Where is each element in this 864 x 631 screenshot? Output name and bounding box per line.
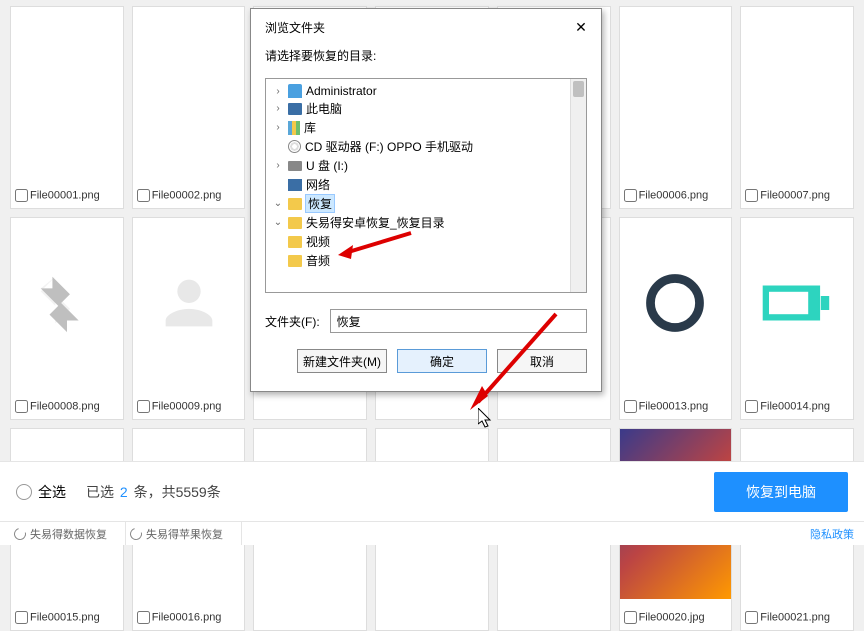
footer-bar: 失易得数据恢复 失易得苹果恢复 隐私政策 <box>0 521 864 545</box>
folder-label: 文件夹(F): <box>265 313 320 330</box>
folder-icon <box>288 236 302 248</box>
dialog-subtitle: 请选择要恢复的目录: <box>251 41 601 68</box>
tree-item[interactable]: 网络 <box>306 176 330 193</box>
file-card[interactable]: File00002.png <box>132 6 246 209</box>
network-icon <box>288 179 302 191</box>
file-name: File00014.png <box>760 400 830 412</box>
library-icon <box>288 121 300 135</box>
refresh-icon <box>128 525 144 541</box>
file-name: File00009.png <box>152 400 222 412</box>
file-card[interactable]: File00014.png <box>740 217 854 420</box>
dialog-title: 浏览文件夹 <box>265 19 325 36</box>
file-checkbox[interactable] <box>624 400 637 413</box>
file-checkbox[interactable] <box>745 400 758 413</box>
file-checkbox[interactable] <box>624 189 637 202</box>
file-name: File00002.png <box>152 189 222 201</box>
file-checkbox[interactable] <box>137 400 150 413</box>
cursor-icon <box>478 408 496 430</box>
tree-item[interactable]: CD 驱动器 (F:) OPPO 手机驱动 <box>305 138 473 155</box>
file-name: File00013.png <box>639 400 709 412</box>
file-card[interactable]: File00001.png <box>10 6 124 209</box>
folder-icon <box>288 198 302 210</box>
select-all[interactable]: 全选 <box>16 482 66 502</box>
pc-icon <box>288 103 302 115</box>
bottom-toolbar: 全选 已选 2 条，共5559条 恢复到电脑 <box>0 461 864 521</box>
tree-scrollbar[interactable] <box>570 79 586 292</box>
tree-item[interactable]: 此电脑 <box>306 100 342 117</box>
file-checkbox[interactable] <box>137 611 150 624</box>
annotation-arrow-icon <box>333 225 413 265</box>
file-card[interactable]: File00013.png <box>619 217 733 420</box>
file-name: File00016.png <box>152 611 222 623</box>
file-name: File00021.png <box>760 611 830 623</box>
file-name: File00008.png <box>30 400 100 412</box>
recover-button[interactable]: 恢复到电脑 <box>714 472 848 512</box>
folder-tree[interactable]: ›Administrator ›此电脑 ›库 CD 驱动器 (F:) OPPO … <box>265 78 587 293</box>
file-card[interactable]: File00008.png <box>10 217 124 420</box>
file-checkbox[interactable] <box>15 189 28 202</box>
file-card[interactable]: File00006.png <box>619 6 733 209</box>
tree-item[interactable]: 音频 <box>306 252 330 269</box>
file-checkbox[interactable] <box>745 611 758 624</box>
tree-item[interactable]: Administrator <box>306 84 377 98</box>
folder-icon <box>288 255 302 267</box>
file-card[interactable]: File00009.png <box>132 217 246 420</box>
file-name: File00020.jpg <box>639 611 705 623</box>
file-name: File00006.png <box>639 189 709 201</box>
annotation-arrow-icon <box>460 310 560 420</box>
close-icon[interactable]: ✕ <box>571 17 591 37</box>
new-folder-button[interactable]: 新建文件夹(M) <box>297 349 387 373</box>
file-name: File00007.png <box>760 189 830 201</box>
dialog-titlebar: 浏览文件夹 ✕ <box>251 9 601 41</box>
user-icon <box>288 84 302 98</box>
tree-item-selected[interactable]: 恢复 <box>306 195 334 212</box>
file-name: File00001.png <box>30 189 100 201</box>
folder-icon <box>288 217 302 229</box>
refresh-icon <box>12 525 28 541</box>
footer-link[interactable]: 失易得苹果恢复 <box>126 522 242 545</box>
tree-item[interactable]: U 盘 (I:) <box>306 157 348 174</box>
usb-icon <box>288 161 302 171</box>
file-checkbox[interactable] <box>745 189 758 202</box>
tree-item[interactable]: 库 <box>304 119 316 136</box>
radio-icon[interactable] <box>16 484 32 500</box>
tree-item[interactable]: 视频 <box>306 233 330 250</box>
file-card[interactable]: File00007.png <box>740 6 854 209</box>
file-checkbox[interactable] <box>624 611 637 624</box>
file-checkbox[interactable] <box>15 611 28 624</box>
cd-icon <box>288 140 301 153</box>
file-name: File00015.png <box>30 611 100 623</box>
privacy-link[interactable]: 隐私政策 <box>810 526 854 542</box>
selection-count: 已选 2 条，共5559条 <box>86 482 221 502</box>
file-checkbox[interactable] <box>15 400 28 413</box>
select-all-label: 全选 <box>38 482 66 502</box>
file-checkbox[interactable] <box>137 189 150 202</box>
footer-link[interactable]: 失易得数据恢复 <box>10 522 126 545</box>
